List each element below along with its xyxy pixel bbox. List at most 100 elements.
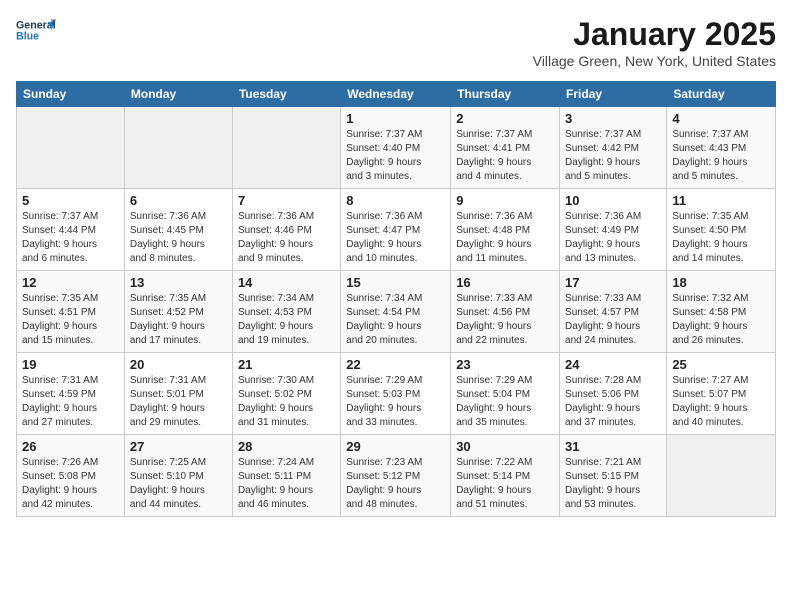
calendar-cell: [124, 107, 232, 189]
title-block: January 2025 Village Green, New York, Un…: [533, 16, 776, 69]
day-info: Sunrise: 7:32 AMSunset: 4:58 PMDaylight:…: [672, 292, 770, 348]
calendar-cell: 22Sunrise: 7:29 AMSunset: 5:03 PMDayligh…: [341, 353, 451, 435]
svg-text:Blue: Blue: [16, 30, 39, 42]
calendar-cell: 3Sunrise: 7:37 AMSunset: 4:42 PMDaylight…: [560, 107, 667, 189]
day-number: 6: [130, 193, 227, 208]
day-info: Sunrise: 7:37 AMSunset: 4:44 PMDaylight:…: [22, 210, 119, 266]
calendar-cell: 4 Sunrise: 7:37 AMSunset: 4:43 PMDaylight…: [667, 107, 776, 189]
calendar-cell: 20 Sunrise: 7:31 AMSunset: 5:01 PMDayligh…: [124, 353, 232, 435]
day-info: Sunrise: 7:37 AMSunset: 4:40 PMDaylight:…: [346, 128, 445, 184]
day-info: Sunrise: 7:37 AMSunset: 4:42 PMDaylight:…: [565, 128, 661, 184]
calendar-week-row: 12 Sunrise: 7:35 AMSunset: 4:51 PMDayligh…: [17, 271, 776, 353]
day-info: Sunrise: 7:22 AMSunset: 5:14 PMDaylight:…: [456, 456, 554, 512]
logo: General Blue: [16, 16, 56, 44]
day-number: 30: [456, 439, 554, 454]
calendar-cell: 9 Sunrise: 7:36 AMSunset: 4:48 PMDaylight…: [451, 189, 560, 271]
day-info: Sunrise: 7:25 AMSunset: 5:10 PMDaylight:…: [130, 456, 227, 512]
calendar-cell: 26Sunrise: 7:26 AMSunset: 5:08 PMDayligh…: [17, 435, 125, 517]
day-number: 22: [346, 357, 445, 372]
day-number: 23: [456, 357, 554, 372]
calendar-cell: 5 Sunrise: 7:37 AMSunset: 4:44 PMDaylight…: [17, 189, 125, 271]
day-number: 5: [22, 193, 119, 208]
day-info: Sunrise: 7:36 AMSunset: 4:47 PMDaylight:…: [346, 210, 445, 266]
day-info: Sunrise: 7:35 AMSunset: 4:51 PMDaylight:…: [22, 292, 119, 348]
day-number: 20: [130, 357, 227, 372]
day-info: Sunrise: 7:36 AMSunset: 4:49 PMDaylight:…: [565, 210, 661, 266]
calendar-cell: 8 Sunrise: 7:36 AMSunset: 4:47 PMDaylight…: [341, 189, 451, 271]
day-number: 27: [130, 439, 227, 454]
calendar-cell: 21 Sunrise: 7:30 AMSunset: 5:02 PMDayligh…: [232, 353, 340, 435]
calendar-cell: 16Sunrise: 7:33 AMSunset: 4:56 PMDayligh…: [451, 271, 560, 353]
calendar-cell: [232, 107, 340, 189]
calendar-cell: 15 Sunrise: 7:34 AMSunset: 4:54 PMDayligh…: [341, 271, 451, 353]
calendar-cell: 13Sunrise: 7:35 AMSunset: 4:52 PMDayligh…: [124, 271, 232, 353]
day-number: 15: [346, 275, 445, 290]
day-number: 28: [238, 439, 335, 454]
day-number: 21: [238, 357, 335, 372]
day-number: 14: [238, 275, 335, 290]
calendar-week-row: 1 Sunrise: 7:37 AMSunset: 4:40 PMDaylight…: [17, 107, 776, 189]
day-number: 18: [672, 275, 770, 290]
location-title: Village Green, New York, United States: [533, 53, 776, 69]
day-number: 11: [672, 193, 770, 208]
day-info: Sunrise: 7:33 AMSunset: 4:56 PMDaylight:…: [456, 292, 554, 348]
calendar-week-row: 26Sunrise: 7:26 AMSunset: 5:08 PMDayligh…: [17, 435, 776, 517]
day-number: 1: [346, 111, 445, 126]
day-number: 24: [565, 357, 661, 372]
day-info: Sunrise: 7:36 AMSunset: 4:46 PMDaylight:…: [238, 210, 335, 266]
day-number: 17: [565, 275, 661, 290]
day-info: Sunrise: 7:36 AMSunset: 4:48 PMDaylight:…: [456, 210, 554, 266]
calendar-cell: 27 Sunrise: 7:25 AMSunset: 5:10 PMDayligh…: [124, 435, 232, 517]
day-info: Sunrise: 7:23 AMSunset: 5:12 PMDaylight:…: [346, 456, 445, 512]
day-number: 2: [456, 111, 554, 126]
calendar-cell: [667, 435, 776, 517]
day-number: 9: [456, 193, 554, 208]
weekday-header-saturday: Saturday: [667, 82, 776, 107]
calendar-cell: 30 Sunrise: 7:22 AMSunset: 5:14 PMDayligh…: [451, 435, 560, 517]
day-info: Sunrise: 7:34 AMSunset: 4:53 PMDaylight:…: [238, 292, 335, 348]
day-info: Sunrise: 7:37 AMSunset: 4:41 PMDaylight:…: [456, 128, 554, 184]
day-number: 4: [672, 111, 770, 126]
calendar-cell: 2 Sunrise: 7:37 AMSunset: 4:41 PMDaylight…: [451, 107, 560, 189]
weekday-header-row: SundayMondayTuesdayWednesdayThursdayFrid…: [17, 82, 776, 107]
day-number: 12: [22, 275, 119, 290]
calendar-cell: 11 Sunrise: 7:35 AMSunset: 4:50 PMDayligh…: [667, 189, 776, 271]
logo-icon: General Blue: [16, 16, 56, 44]
calendar-cell: 1 Sunrise: 7:37 AMSunset: 4:40 PMDaylight…: [341, 107, 451, 189]
calendar-cell: 19Sunrise: 7:31 AMSunset: 4:59 PMDayligh…: [17, 353, 125, 435]
day-number: 8: [346, 193, 445, 208]
calendar-table: SundayMondayTuesdayWednesdayThursdayFrid…: [16, 81, 776, 517]
weekday-header-sunday: Sunday: [17, 82, 125, 107]
calendar-cell: 7Sunrise: 7:36 AMSunset: 4:46 PMDaylight…: [232, 189, 340, 271]
day-info: Sunrise: 7:33 AMSunset: 4:57 PMDaylight:…: [565, 292, 661, 348]
calendar-cell: 18 Sunrise: 7:32 AMSunset: 4:58 PMDayligh…: [667, 271, 776, 353]
calendar-cell: 29 Sunrise: 7:23 AMSunset: 5:12 PMDayligh…: [341, 435, 451, 517]
day-info: Sunrise: 7:36 AMSunset: 4:45 PMDaylight:…: [130, 210, 227, 266]
day-info: Sunrise: 7:35 AMSunset: 4:52 PMDaylight:…: [130, 292, 227, 348]
calendar-cell: 6 Sunrise: 7:36 AMSunset: 4:45 PMDaylight…: [124, 189, 232, 271]
day-info: Sunrise: 7:28 AMSunset: 5:06 PMDaylight:…: [565, 374, 661, 430]
calendar-cell: 10 Sunrise: 7:36 AMSunset: 4:49 PMDayligh…: [560, 189, 667, 271]
calendar-cell: 12 Sunrise: 7:35 AMSunset: 4:51 PMDayligh…: [17, 271, 125, 353]
day-number: 10: [565, 193, 661, 208]
day-info: Sunrise: 7:31 AMSunset: 5:01 PMDaylight:…: [130, 374, 227, 430]
day-info: Sunrise: 7:31 AMSunset: 4:59 PMDaylight:…: [22, 374, 119, 430]
calendar-cell: [17, 107, 125, 189]
day-number: 29: [346, 439, 445, 454]
day-info: Sunrise: 7:34 AMSunset: 4:54 PMDaylight:…: [346, 292, 445, 348]
weekday-header-monday: Monday: [124, 82, 232, 107]
day-info: Sunrise: 7:29 AMSunset: 5:04 PMDaylight:…: [456, 374, 554, 430]
day-info: Sunrise: 7:26 AMSunset: 5:08 PMDaylight:…: [22, 456, 119, 512]
calendar-cell: 17 Sunrise: 7:33 AMSunset: 4:57 PMDayligh…: [560, 271, 667, 353]
weekday-header-thursday: Thursday: [451, 82, 560, 107]
day-number: 31: [565, 439, 661, 454]
day-info: Sunrise: 7:21 AMSunset: 5:15 PMDaylight:…: [565, 456, 661, 512]
weekday-header-tuesday: Tuesday: [232, 82, 340, 107]
day-info: Sunrise: 7:30 AMSunset: 5:02 PMDaylight:…: [238, 374, 335, 430]
calendar-cell: 31 Sunrise: 7:21 AMSunset: 5:15 PMDayligh…: [560, 435, 667, 517]
day-info: Sunrise: 7:27 AMSunset: 5:07 PMDaylight:…: [672, 374, 770, 430]
day-info: Sunrise: 7:37 AMSunset: 4:43 PMDaylight:…: [672, 128, 770, 184]
calendar-cell: 25Sunrise: 7:27 AMSunset: 5:07 PMDayligh…: [667, 353, 776, 435]
day-info: Sunrise: 7:35 AMSunset: 4:50 PMDaylight:…: [672, 210, 770, 266]
page-header: General Blue January 2025 Village Green,…: [16, 16, 776, 69]
